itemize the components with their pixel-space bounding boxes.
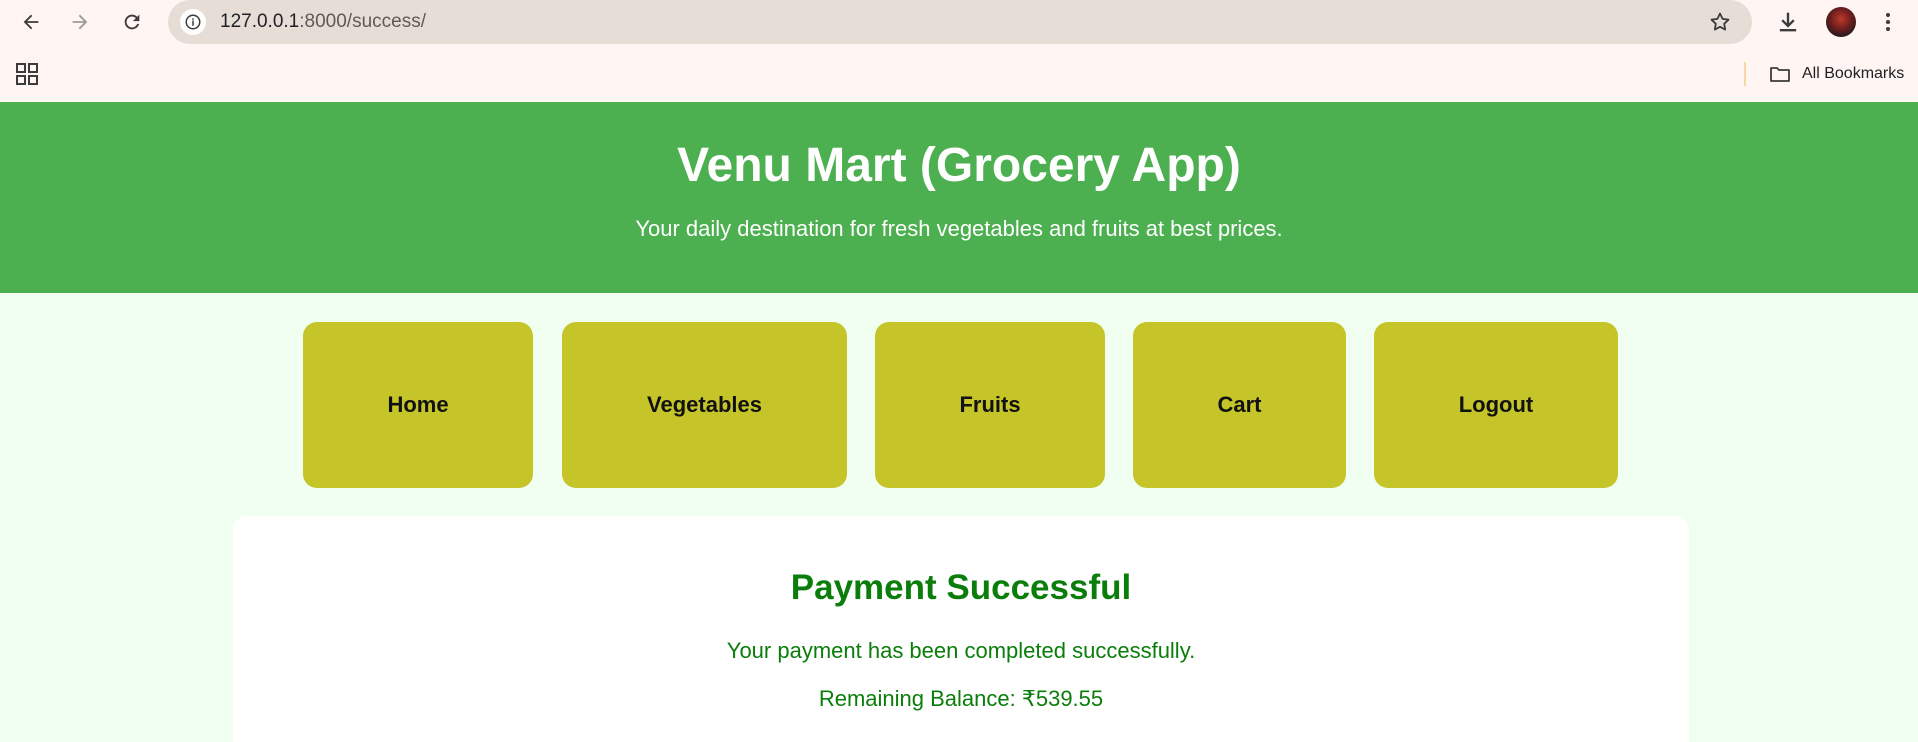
back-button[interactable] xyxy=(15,6,47,38)
site-tagline: Your daily destination for fresh vegetab… xyxy=(635,216,1283,241)
folder-icon xyxy=(1770,67,1790,82)
browser-toolbar: 127.0.0.1:8000/success/ xyxy=(0,0,1918,44)
address-bar[interactable]: 127.0.0.1:8000/success/ xyxy=(168,0,1752,44)
remaining-balance: Remaining Balance: ₹539.55 xyxy=(818,686,1104,711)
nav-home[interactable]: Home xyxy=(303,322,533,488)
bookmarks-bar: All Bookmarks xyxy=(0,44,1918,102)
page-content: Venu Mart (Grocery App) Your daily desti… xyxy=(0,102,1918,742)
url-host: 127.0.0.1 xyxy=(220,11,300,32)
download-icon[interactable] xyxy=(1774,8,1802,36)
apps-grid-icon[interactable] xyxy=(16,63,38,85)
success-heading: Payment Successful xyxy=(790,568,1132,607)
payment-success-card: Payment Successful Your payment has been… xyxy=(233,516,1689,742)
nav-cart[interactable]: Cart xyxy=(1133,322,1346,488)
nav-vegetables[interactable]: Vegetables xyxy=(562,322,847,488)
site-header: Venu Mart (Grocery App) Your daily desti… xyxy=(0,102,1918,293)
arrow-right-icon xyxy=(72,14,88,30)
site-info-icon[interactable] xyxy=(180,9,206,35)
nav-logout[interactable]: Logout xyxy=(1374,322,1618,488)
more-menu-icon[interactable] xyxy=(1878,8,1898,36)
profile-avatar[interactable] xyxy=(1826,7,1856,37)
url-path: :8000/success/ xyxy=(299,11,426,32)
url-text: 127.0.0.1:8000/success/ xyxy=(220,11,426,33)
site-title: Venu Mart (Grocery App) xyxy=(677,139,1241,192)
bookmarks-divider xyxy=(1744,62,1746,86)
arrow-left-icon xyxy=(23,14,39,30)
reload-button[interactable] xyxy=(116,6,148,38)
reload-icon xyxy=(124,14,140,30)
all-bookmarks-label: All Bookmarks xyxy=(1802,65,1905,82)
nav-fruits[interactable]: Fruits xyxy=(875,322,1105,488)
bookmark-star-icon[interactable] xyxy=(1708,10,1732,34)
success-message: Your payment has been completed successf… xyxy=(726,638,1196,663)
all-bookmarks-button[interactable]: All Bookmarks xyxy=(1768,60,1904,88)
forward-button[interactable] xyxy=(64,6,96,38)
